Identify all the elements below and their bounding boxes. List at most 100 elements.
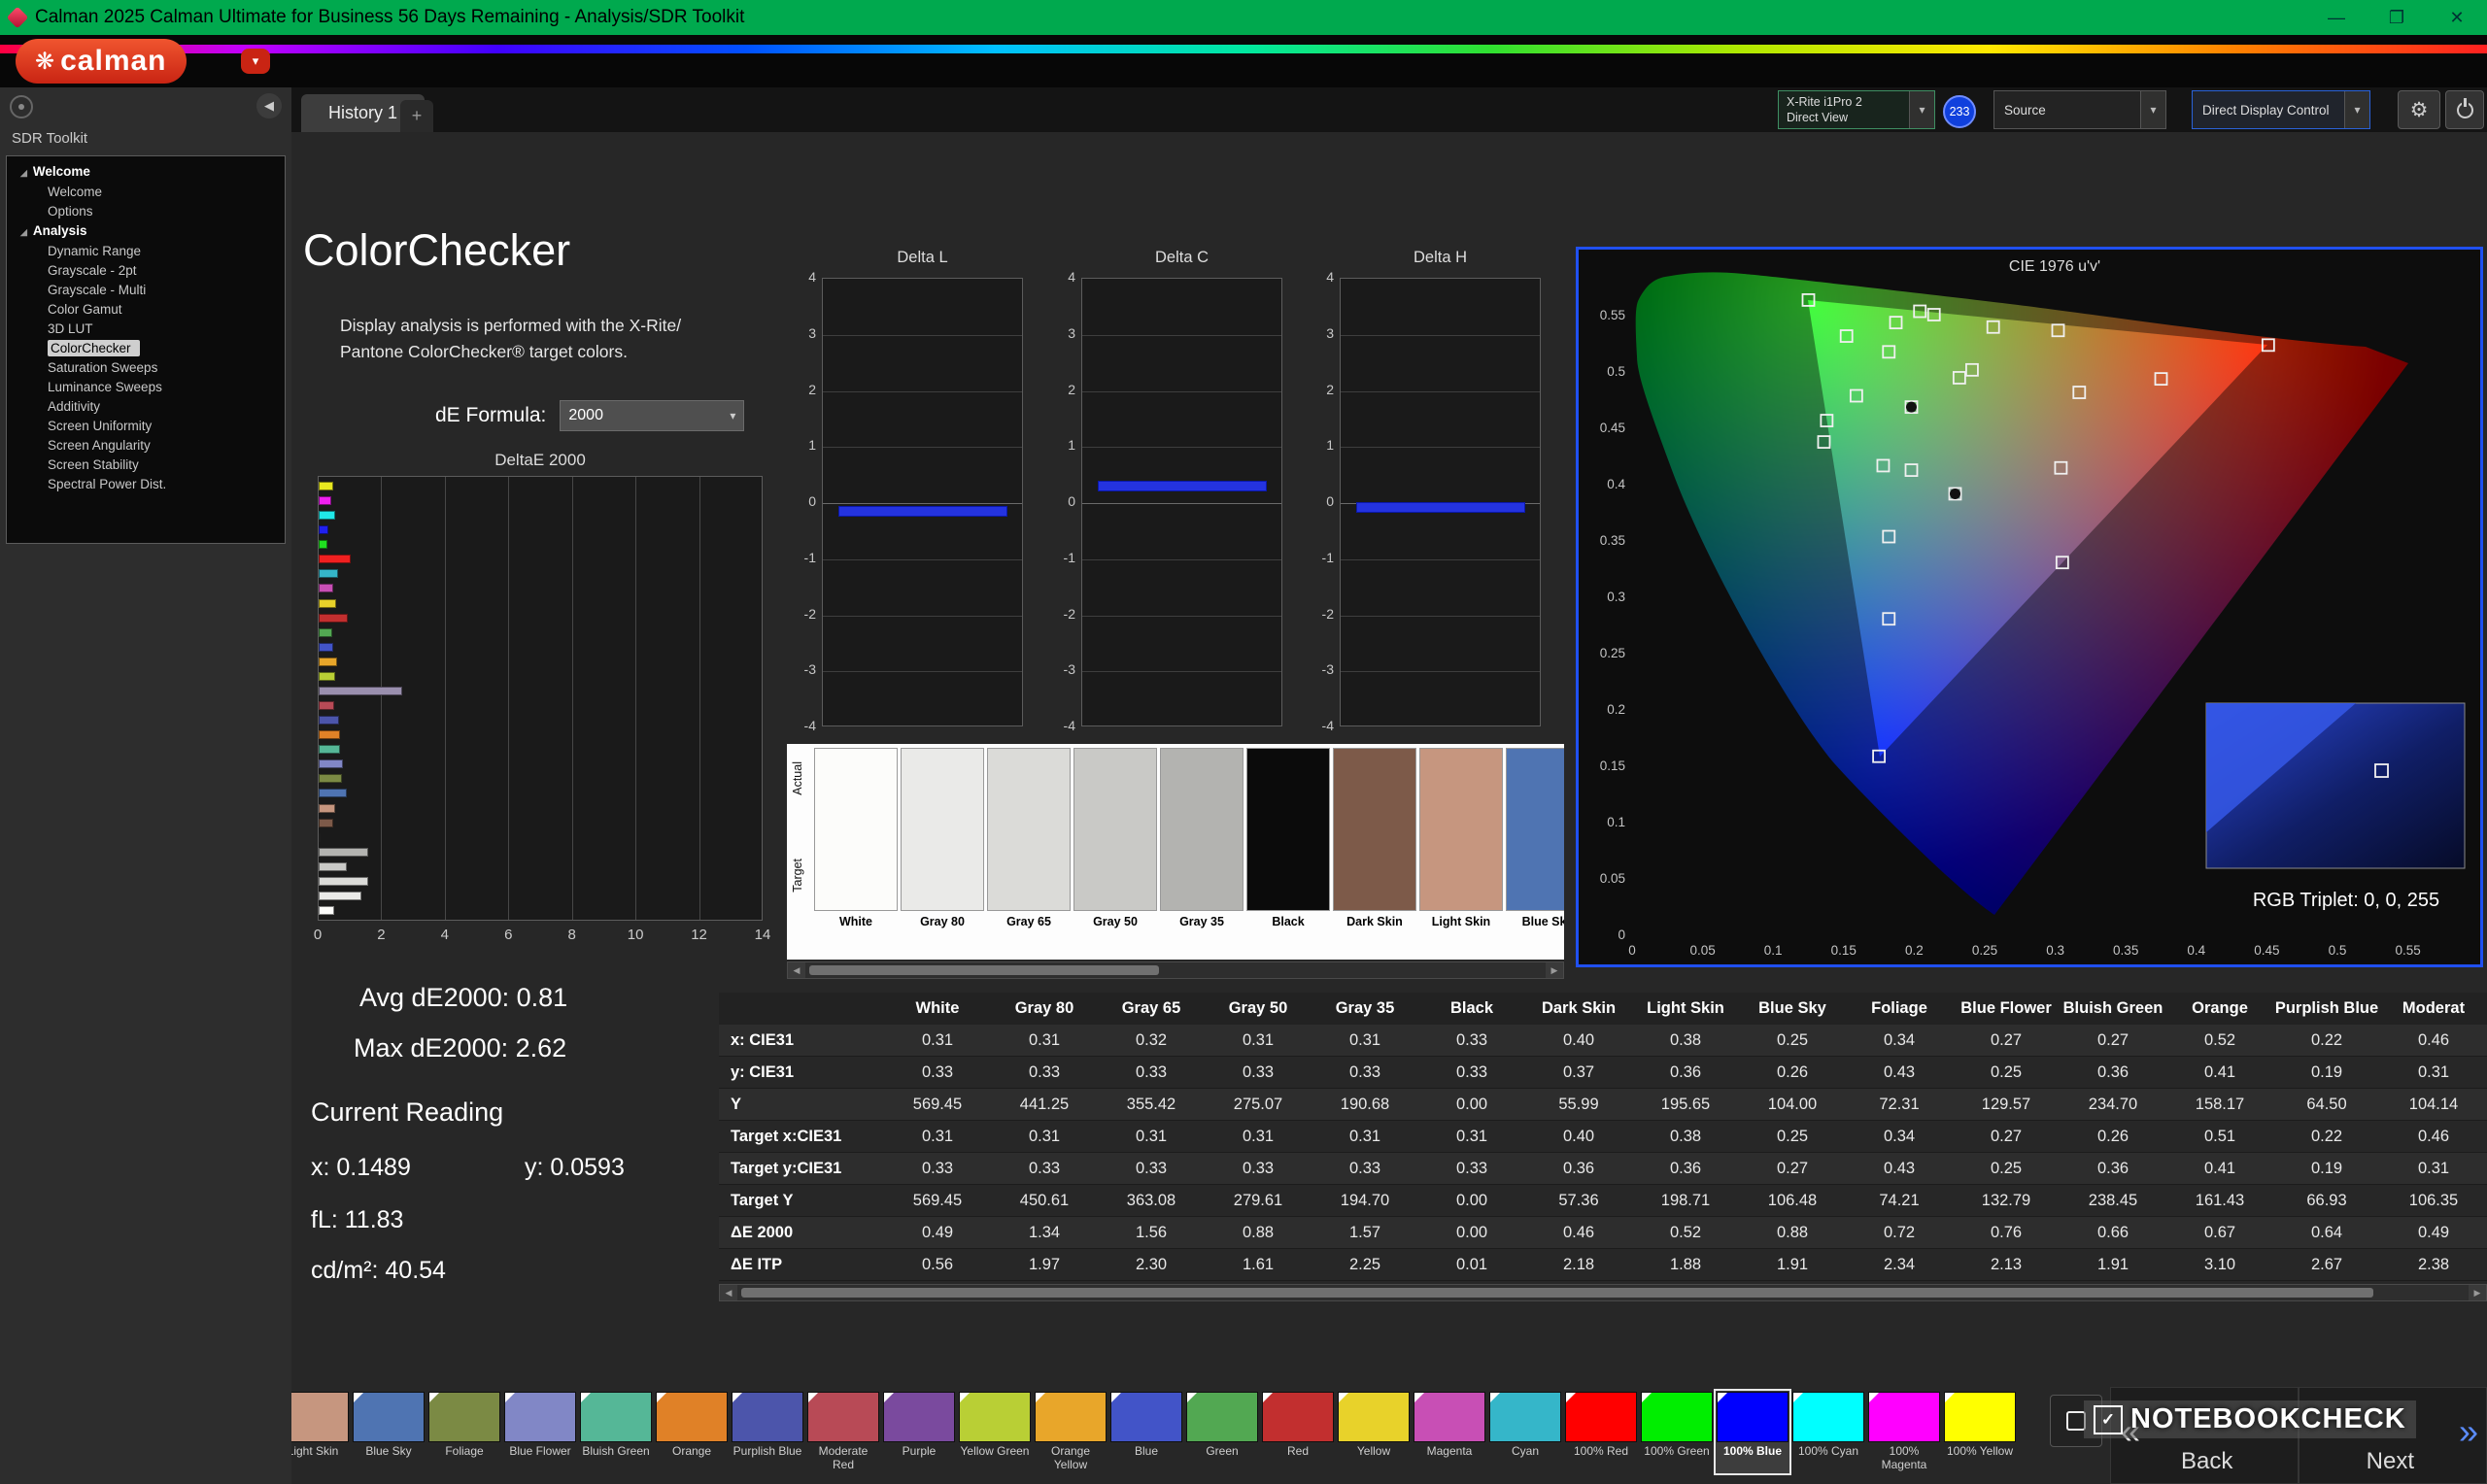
table-cell: 0.32 (1098, 1025, 1205, 1057)
sidebar-item-3d-lut[interactable]: 3D LUT (7, 319, 285, 338)
swatch-strip-scrollbar[interactable]: ◀ ▶ (787, 961, 1564, 979)
table-cell: 0.41 (2166, 1153, 2273, 1185)
sidebar-item-grayscale-multi[interactable]: Grayscale - Multi (7, 280, 285, 299)
cie-y-tick-labels: 00.050.10.150.20.250.30.350.40.450.50.55 (1600, 308, 1626, 942)
sidebar-item-options[interactable]: Options (7, 201, 285, 220)
patch-swatch (883, 1392, 955, 1442)
table-cell: 0.64 (2273, 1217, 2380, 1249)
target-row-label: Target (791, 859, 804, 893)
table-scrollbar[interactable]: ◀ ▶ (719, 1284, 2487, 1301)
de-bar-gray-35 (319, 848, 368, 857)
patch-button-100-red[interactable]: 100% Red (1564, 1391, 1638, 1473)
calman-app-window: Calman 2025 Calman Ultimate for Business… (0, 0, 2487, 1484)
patch-button-orange-yellow[interactable]: Orange Yellow (1034, 1391, 1107, 1473)
logo-menu-dropdown[interactable]: ▾ (241, 49, 270, 74)
y-tick-label: 2 (1048, 382, 1075, 397)
row-label-target-y-cie31: Target y:CIE31 (719, 1153, 884, 1185)
patch-button-light-skin[interactable]: Light Skin (291, 1391, 350, 1473)
deltae-chart-plot (318, 476, 763, 921)
y-tick-label: 0.5 (1607, 364, 1625, 379)
patch-button-blue-sky[interactable]: Blue Sky (352, 1391, 426, 1473)
chevron-down-icon[interactable]: ▾ (1909, 91, 1934, 128)
patch-button-moderate-red[interactable]: Moderate Red (806, 1391, 880, 1473)
cie-zoom-inset (2206, 703, 2465, 868)
gridline (445, 477, 446, 920)
patch-button-foliage[interactable]: Foliage (427, 1391, 501, 1473)
sidebar-item-color-gamut[interactable]: Color Gamut (7, 299, 285, 319)
patch-swatch (504, 1392, 576, 1442)
chevron-down-icon[interactable]: ▾ (2140, 91, 2165, 128)
scroll-right-icon[interactable]: ▶ (1546, 962, 1563, 978)
gridline (1341, 559, 1540, 560)
scroll-left-icon[interactable]: ◀ (788, 962, 805, 978)
calman-logo[interactable]: ❋ calman (16, 39, 187, 84)
table-cell: 0.25 (1953, 1153, 2060, 1185)
sidebar-item-grayscale-2pt[interactable]: Grayscale - 2pt (7, 260, 285, 280)
source-dropdown[interactable]: Source ▾ (1993, 90, 2166, 129)
patch-button-magenta[interactable]: Magenta (1413, 1391, 1486, 1473)
sidebar-item-dynamic-range[interactable]: Dynamic Range (7, 241, 285, 260)
patch-button-blue[interactable]: Blue (1109, 1391, 1183, 1473)
table-cell: 0.38 (1632, 1121, 1739, 1153)
table-cell: 0.43 (1846, 1153, 1953, 1185)
target-icon[interactable] (10, 95, 33, 118)
table-cell: 132.79 (1953, 1185, 2060, 1217)
sidebar-item-label: Additivity (48, 399, 100, 414)
meter-dropdown[interactable]: X-Rite i1Pro 2 Direct View ▾ (1778, 90, 1935, 129)
sidebar-item-saturation-sweeps[interactable]: Saturation Sweeps (7, 357, 285, 377)
minimize-button[interactable]: — (2306, 0, 2367, 35)
de-bar-gray-80 (319, 892, 361, 900)
scrollbar-thumb[interactable] (809, 965, 1159, 975)
sidebar-item-screen-uniformity[interactable]: Screen Uniformity (7, 416, 285, 435)
patch-button-green[interactable]: Green (1185, 1391, 1259, 1473)
table-cell: 0.49 (2380, 1217, 2487, 1249)
patch-button-bluish-green[interactable]: Bluish Green (579, 1391, 653, 1473)
gear-icon[interactable]: ⚙ (2398, 90, 2440, 129)
tree-section-analysis[interactable]: ◢Analysis (7, 220, 285, 241)
table-cell: 195.65 (1632, 1089, 1739, 1121)
sidebar-item-luminance-sweeps[interactable]: Luminance Sweeps (7, 377, 285, 396)
patch-button-purple[interactable]: Purple (882, 1391, 956, 1473)
sidebar-item-screen-stability[interactable]: Screen Stability (7, 455, 285, 474)
patch-button-red[interactable]: Red (1261, 1391, 1335, 1473)
de-formula-select[interactable]: 2000 ▾ (560, 400, 744, 431)
patch-label: Green (1186, 1445, 1258, 1459)
sidebar-item-screen-angularity[interactable]: Screen Angularity (7, 435, 285, 455)
table-cell: 198.71 (1632, 1185, 1739, 1217)
patch-button-blue-flower[interactable]: Blue Flower (503, 1391, 577, 1473)
y-tick-label: 0.4 (1607, 477, 1625, 491)
patch-button-100-yellow[interactable]: 100% Yellow (1943, 1391, 2017, 1473)
patch-button-yellow[interactable]: Yellow (1337, 1391, 1411, 1473)
sidebar-item-spectral-power-dist-[interactable]: Spectral Power Dist. (7, 474, 285, 493)
de-bar-purple (319, 687, 402, 695)
collapse-triangle-icon: ◢ (20, 227, 27, 237)
patch-button-orange[interactable]: Orange (655, 1391, 729, 1473)
table-cell: 2.38 (2380, 1249, 2487, 1281)
add-tab-button[interactable]: + (400, 100, 433, 132)
sidebar-item-colorchecker[interactable]: ColorChecker (7, 338, 285, 357)
chevron-down-icon[interactable]: ▾ (2344, 91, 2369, 128)
tree-section-welcome[interactable]: ◢Welcome (7, 161, 285, 182)
table-cell: 0.19 (2273, 1057, 2380, 1089)
y-tick-label: -3 (789, 661, 816, 677)
patch-button-100-cyan[interactable]: 100% Cyan (1791, 1391, 1865, 1473)
reading-cdm2-value: cd/m²: 40.54 (311, 1257, 446, 1285)
display-control-dropdown[interactable]: Direct Display Control ▾ (2192, 90, 2370, 129)
sidebar-collapse-button[interactable]: ◀ (256, 93, 282, 118)
sidebar-item-additivity[interactable]: Additivity (7, 396, 285, 416)
y-tick-label: 0 (1048, 493, 1075, 509)
patch-button-100-blue[interactable]: 100% Blue (1716, 1391, 1789, 1473)
sidebar-item-welcome[interactable]: Welcome (7, 182, 285, 201)
patch-button-cyan[interactable]: Cyan (1488, 1391, 1562, 1473)
patch-button-yellow-green[interactable]: Yellow Green (958, 1391, 1032, 1473)
power-icon[interactable] (2445, 90, 2484, 129)
patch-color (1246, 748, 1330, 911)
close-button[interactable]: ✕ (2427, 0, 2487, 35)
scroll-right-icon[interactable]: ▶ (2469, 1285, 2486, 1300)
patch-button-100-green[interactable]: 100% Green (1640, 1391, 1714, 1473)
patch-button-purplish-blue[interactable]: Purplish Blue (731, 1391, 804, 1473)
maximize-button[interactable]: ❐ (2367, 0, 2427, 35)
scrollbar-thumb[interactable] (741, 1288, 2373, 1298)
scroll-left-icon[interactable]: ◀ (720, 1285, 737, 1300)
patch-button-100-magenta[interactable]: 100% Magenta (1867, 1391, 1941, 1473)
